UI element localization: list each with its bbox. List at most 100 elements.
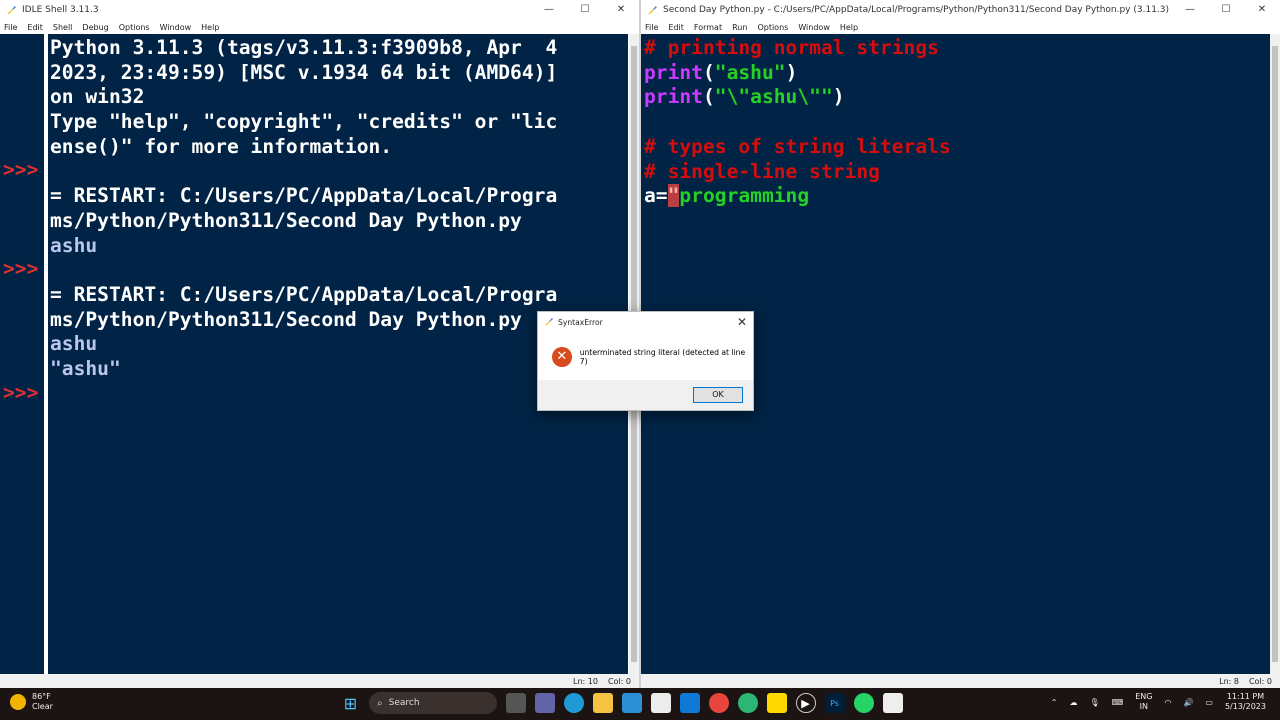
code-comment: # single-line string <box>644 159 880 183</box>
shell-line: = RESTART: C:/Users/PC/AppData/Local/Pro… <box>50 283 558 307</box>
shell-prompt: >>> <box>3 158 39 181</box>
code-string: programming <box>679 184 810 208</box>
menu-options[interactable]: Options <box>119 23 150 32</box>
teams-chat-icon[interactable] <box>534 693 555 713</box>
menu-edit[interactable]: Edit <box>27 23 43 32</box>
shell-line: 2023, 23:49:59) [MSC v.1934 64 bit (AMD6… <box>50 60 558 84</box>
windows-start-icon[interactable]: ⊞ <box>341 693 361 713</box>
col-indicator: Col: 0 <box>1248 676 1272 686</box>
code-string: "ashu" <box>714 60 786 84</box>
dialog-title: SyntaxError <box>558 317 603 327</box>
monitor-icon[interactable] <box>621 693 642 713</box>
wifi-icon[interactable]: ◠ <box>1164 698 1171 707</box>
system-tray: ⌃ ☁ 🎙 ⌨ ENG IN ◠ 🔊 ▭ 11:11 PM 5/13/2023 <box>1045 692 1272 712</box>
shell-prompt: >>> <box>3 257 39 280</box>
shell-statusbar: Ln: 10 Col: 0 <box>0 674 639 688</box>
shell-output-line: ashu <box>50 233 98 257</box>
python-feather-icon <box>545 318 553 326</box>
store-icon[interactable] <box>650 693 671 713</box>
editor-menubar: File Edit Format Run Options Window Help <box>641 20 1280 34</box>
chevron-up-icon[interactable]: ⌃ <box>1051 698 1058 707</box>
keyboard-icon[interactable]: ⌨ <box>1112 698 1124 707</box>
menu-help[interactable]: Help <box>201 23 219 32</box>
language-indicator[interactable]: ENG IN <box>1135 692 1152 712</box>
clock[interactable]: 11:11 PM 5/13/2023 <box>1225 692 1266 712</box>
edge-icon[interactable] <box>563 693 584 713</box>
photoshop-icon[interactable]: Ps <box>824 693 845 713</box>
cloud-icon[interactable]: ☁ <box>1070 698 1078 707</box>
code-keyword: print <box>644 60 703 84</box>
shell-line: = RESTART: C:/Users/PC/AppData/Local/Pro… <box>50 184 558 208</box>
dialog-close-button[interactable]: ✕ <box>737 315 747 329</box>
menu-file[interactable]: File <box>4 23 17 32</box>
task-view-icon[interactable] <box>505 693 526 713</box>
shell-prompt: >>> <box>3 381 39 404</box>
dialog-titlebar[interactable]: SyntaxError <box>538 312 753 332</box>
menu-edit[interactable]: Edit <box>668 23 684 32</box>
code-string: "\"ashu\"" <box>714 85 833 109</box>
menu-help[interactable]: Help <box>840 23 858 32</box>
line-indicator: Ln: 10 <box>573 676 598 686</box>
edge-beta-icon[interactable] <box>737 693 758 713</box>
python-feather-icon <box>7 5 16 15</box>
dialog-message: unterminated string literal (detected at… <box>579 348 746 366</box>
error-icon: ✕ <box>552 347 572 367</box>
clock-time: 11:11 PM <box>1226 692 1265 701</box>
moon-weather-icon <box>10 694 26 710</box>
close-button[interactable]: ✕ <box>1244 0 1280 20</box>
weather-temp: 86°F <box>32 692 51 701</box>
editor-scrollbar[interactable] <box>1270 34 1280 674</box>
scrollbar-thumb[interactable] <box>1272 46 1278 662</box>
maximize-button[interactable]: ☐ <box>1208 0 1244 20</box>
menu-format[interactable]: Format <box>694 23 722 32</box>
dialog-footer: OK <box>538 380 753 410</box>
shell-line: ense()" for more information. <box>50 134 393 158</box>
code-comment: # types of string literals <box>644 134 951 158</box>
sticky-notes-icon[interactable] <box>766 693 787 713</box>
menu-run[interactable]: Run <box>732 23 747 32</box>
menu-window[interactable]: Window <box>160 23 192 32</box>
volume-icon[interactable]: 🔊 <box>1183 698 1193 707</box>
ok-button[interactable]: OK <box>693 387 743 403</box>
menu-options[interactable]: Options <box>757 23 788 32</box>
chrome-icon[interactable] <box>708 693 729 713</box>
media-player-icon[interactable]: ▶ <box>795 693 816 713</box>
shell-line: Python 3.11.3 (tags/v3.11.3:f3909b8, Apr… <box>50 36 558 59</box>
shell-menubar: File Edit Shell Debug Options Window Hel… <box>0 20 639 34</box>
search-icon: ⌕ <box>377 697 383 709</box>
menu-debug[interactable]: Debug <box>82 23 108 32</box>
menu-shell[interactable]: Shell <box>53 23 73 32</box>
shell-window-title: IDLE Shell 3.11.3 <box>22 5 99 15</box>
close-button[interactable]: ✕ <box>603 0 639 20</box>
line-indicator: Ln: 8 <box>1219 676 1239 686</box>
file-explorer-icon[interactable] <box>592 693 613 713</box>
code-keyword: print <box>644 85 703 109</box>
code-line: print("ashu") <box>644 60 798 84</box>
taskbar: 86°F Clear ⊞ ⌕ Search ▶ Ps ⌃ ☁ 🎙 ⌨ ENG IN … <box>0 688 1280 720</box>
weather-desc: Clear <box>32 702 53 711</box>
maximize-button[interactable]: ☐ <box>567 0 603 20</box>
microphone-icon[interactable]: 🎙 <box>1090 698 1100 707</box>
weather-widget[interactable]: 86°F Clear <box>10 692 53 712</box>
search-label: Search <box>388 698 420 708</box>
editor-window-title: Second Day Python.py - C:/Users/PC/AppDa… <box>663 5 1170 15</box>
whatsapp-icon[interactable] <box>853 693 874 713</box>
menu-window[interactable]: Window <box>798 23 830 32</box>
code-text: a= <box>644 184 668 208</box>
col-indicator: Col: 0 <box>607 676 631 686</box>
idle-python-icon[interactable] <box>882 693 903 713</box>
shell-line: ms/Python/Python311/Second Day Python.py <box>50 208 522 232</box>
menu-file[interactable]: File <box>645 23 658 32</box>
code-line: print("\"ashu\"") <box>644 85 845 109</box>
taskbar-search[interactable]: ⌕ Search <box>369 692 497 714</box>
code-line: a="programming <box>644 184 1280 209</box>
mail-icon[interactable] <box>679 693 700 713</box>
region-code: IN <box>1139 702 1148 711</box>
battery-icon[interactable]: ▭ <box>1205 698 1213 707</box>
minimize-button[interactable]: — <box>531 0 567 20</box>
minimize-button[interactable]: — <box>1172 0 1208 20</box>
editor-titlebar[interactable]: Second Day Python.py - C:/Users/PC/AppDa… <box>641 0 1280 20</box>
shell-titlebar[interactable]: IDLE Shell 3.11.3 — ☐ ✕ <box>0 0 639 20</box>
